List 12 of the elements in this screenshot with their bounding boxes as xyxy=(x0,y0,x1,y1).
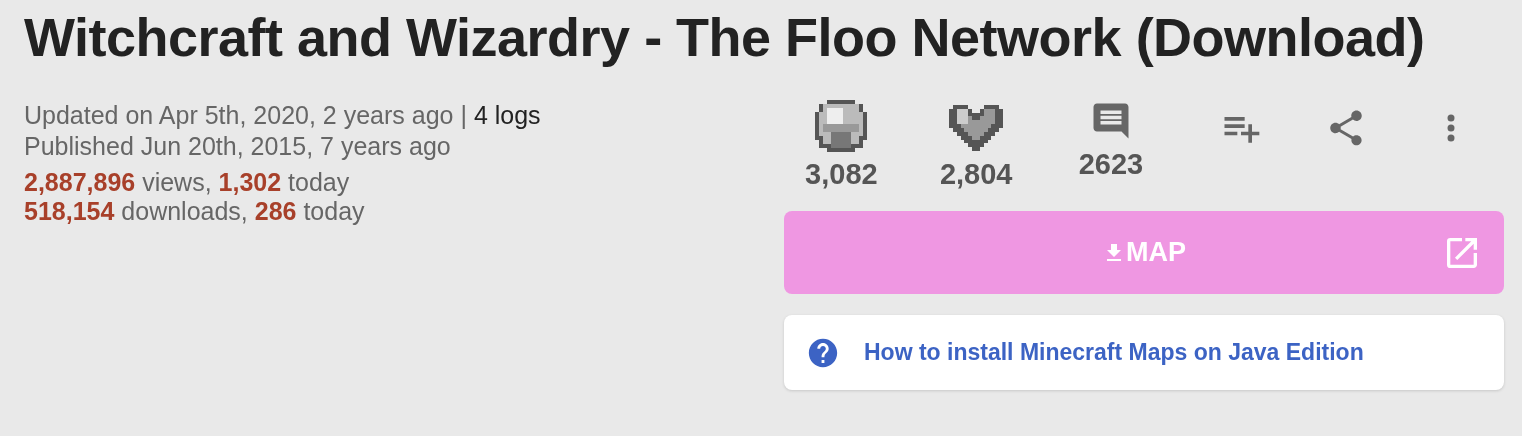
help-link[interactable]: How to install Minecraft Maps on Java Edition xyxy=(864,339,1364,366)
count-text: 2,804 xyxy=(939,158,1013,191)
stats-text: 518,154 downloads, 286 today xyxy=(24,197,366,226)
logs-link[interactable]: 4 logs xyxy=(473,101,541,129)
vertical-dots-icon xyxy=(1447,114,1456,142)
count-text: 2623 xyxy=(1078,148,1144,181)
published-text: Published Jun 20th, 2015, 7 years ago xyxy=(24,131,452,162)
updated-text: Updated on Apr 5th, 2020, 2 years ago | 4 logs xyxy=(24,100,541,131)
stats-text: 2,887,896 views, 1,302 today xyxy=(24,168,351,197)
diamond-icon xyxy=(815,100,868,152)
count-text: 3,082 xyxy=(805,158,878,191)
page-title: Witchcraft and Wizardry - The Floo Network (Download) xyxy=(24,6,1426,68)
